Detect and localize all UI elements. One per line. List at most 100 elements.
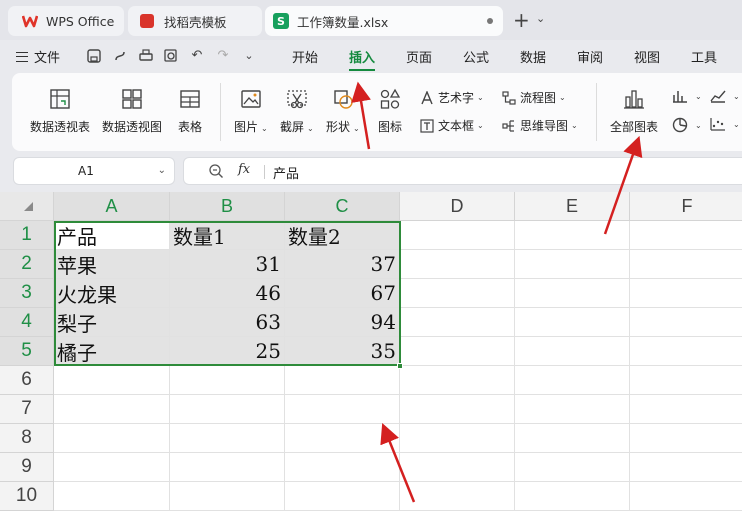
cell-c7[interactable] bbox=[285, 395, 400, 424]
line-chart-button[interactable]: ⌄ bbox=[710, 89, 740, 103]
cell-e8[interactable] bbox=[515, 424, 630, 453]
cell-d5[interactable] bbox=[400, 337, 515, 366]
chevron-down-icon[interactable]: ⌄ bbox=[536, 12, 545, 25]
cell-f10[interactable] bbox=[630, 482, 742, 511]
cell-e10[interactable] bbox=[515, 482, 630, 511]
flowchart-button[interactable]: 流程图 ⌄ bbox=[502, 89, 566, 106]
tab-insert[interactable]: 插入 bbox=[349, 47, 375, 66]
cell-c8[interactable] bbox=[285, 424, 400, 453]
cell-b10[interactable] bbox=[170, 482, 285, 511]
cell-a1[interactable]: 产品 bbox=[54, 221, 170, 250]
tab-tools[interactable]: 工具 bbox=[691, 47, 717, 66]
column-header-e[interactable]: E bbox=[515, 192, 630, 221]
cell-a8[interactable] bbox=[54, 424, 170, 453]
cell-b1[interactable]: 数量1 bbox=[170, 221, 285, 250]
table-button[interactable]: 表格 bbox=[178, 87, 202, 135]
pivot-chart-button[interactable]: 数据透视图 bbox=[102, 87, 162, 135]
cell-f8[interactable] bbox=[630, 424, 742, 453]
cell-c3[interactable]: 67 bbox=[285, 279, 400, 308]
row-header-4[interactable]: 4 bbox=[0, 308, 54, 337]
tab-wps-office[interactable]: WPS Office bbox=[8, 6, 124, 36]
cell-f5[interactable] bbox=[630, 337, 742, 366]
cell-f6[interactable] bbox=[630, 366, 742, 395]
row-header-8[interactable]: 8 bbox=[0, 424, 54, 453]
print-icon[interactable] bbox=[138, 48, 154, 64]
cell-b9[interactable] bbox=[170, 453, 285, 482]
tab-formula[interactable]: 公式 bbox=[463, 47, 489, 66]
cell-b8[interactable] bbox=[170, 424, 285, 453]
icon-button[interactable]: 图标 bbox=[378, 87, 402, 135]
row-header-2[interactable]: 2 bbox=[0, 250, 54, 279]
tab-home[interactable]: 开始 bbox=[292, 47, 318, 66]
cell-d1[interactable] bbox=[400, 221, 515, 250]
cell-d7[interactable] bbox=[400, 395, 515, 424]
formula-bar[interactable]: fx 产品 bbox=[183, 157, 742, 185]
cell-d3[interactable] bbox=[400, 279, 515, 308]
cell-a9[interactable] bbox=[54, 453, 170, 482]
tab-page[interactable]: 页面 bbox=[406, 47, 432, 66]
select-all-corner[interactable] bbox=[0, 192, 54, 221]
unsaved-dot-icon[interactable] bbox=[487, 18, 493, 24]
column-header-d[interactable]: D bbox=[400, 192, 515, 221]
cell-c9[interactable] bbox=[285, 453, 400, 482]
cell-e7[interactable] bbox=[515, 395, 630, 424]
screenshot-button[interactable]: 截屏 ⌄ bbox=[280, 87, 314, 135]
chevron-down-icon[interactable]: ⌄ bbox=[158, 165, 166, 176]
tab-view[interactable]: 视图 bbox=[634, 47, 660, 66]
cell-b2[interactable]: 31 bbox=[170, 250, 285, 279]
textbox-button[interactable]: 文本框 ⌄ bbox=[420, 117, 484, 134]
cell-f4[interactable] bbox=[630, 308, 742, 337]
column-header-b[interactable]: B bbox=[170, 192, 285, 221]
new-tab-button[interactable]: + bbox=[513, 9, 530, 31]
cell-c10[interactable] bbox=[285, 482, 400, 511]
scatter-chart-button[interactable]: ⌄ bbox=[710, 117, 740, 131]
column-chart-button[interactable]: ⌄ bbox=[672, 89, 702, 103]
cell-a6[interactable] bbox=[54, 366, 170, 395]
row-header-9[interactable]: 9 bbox=[0, 453, 54, 482]
customize-chevron-icon[interactable]: ⌄ bbox=[241, 48, 257, 64]
fill-handle[interactable] bbox=[397, 363, 403, 369]
cell-d2[interactable] bbox=[400, 250, 515, 279]
cell-d8[interactable] bbox=[400, 424, 515, 453]
zoom-icon[interactable] bbox=[208, 163, 224, 179]
file-menu[interactable]: 文件 bbox=[16, 47, 60, 66]
row-header-1[interactable]: 1 bbox=[0, 221, 54, 250]
name-box[interactable]: A1 ⌄ bbox=[13, 157, 175, 185]
wordart-button[interactable]: 艺术字 ⌄ bbox=[420, 89, 484, 106]
cell-c1[interactable]: 数量2 bbox=[285, 221, 400, 250]
cell-f2[interactable] bbox=[630, 250, 742, 279]
export-pdf-icon[interactable] bbox=[112, 48, 128, 64]
shape-button[interactable]: 形状 ⌄ bbox=[326, 87, 360, 135]
cell-a10[interactable] bbox=[54, 482, 170, 511]
cell-f1[interactable] bbox=[630, 221, 742, 250]
cell-f3[interactable] bbox=[630, 279, 742, 308]
worksheet-grid[interactable]: A B C D E F 1 2 3 4 5 6 7 8 9 10 产品 数量1 … bbox=[0, 192, 742, 516]
cell-a7[interactable] bbox=[54, 395, 170, 424]
cell-b6[interactable] bbox=[170, 366, 285, 395]
cell-a4[interactable]: 梨子 bbox=[54, 308, 170, 337]
cell-d6[interactable] bbox=[400, 366, 515, 395]
cell-e1[interactable] bbox=[515, 221, 630, 250]
cell-a2[interactable]: 苹果 bbox=[54, 250, 170, 279]
cell-e9[interactable] bbox=[515, 453, 630, 482]
column-header-a[interactable]: A bbox=[54, 192, 170, 221]
all-charts-button[interactable]: 全部图表 bbox=[610, 87, 658, 135]
redo-icon[interactable]: ↷ bbox=[215, 48, 231, 64]
cell-d9[interactable] bbox=[400, 453, 515, 482]
cell-e3[interactable] bbox=[515, 279, 630, 308]
tab-data[interactable]: 数据 bbox=[520, 47, 546, 66]
tab-workbook[interactable]: S 工作簿数量.xlsx bbox=[265, 6, 503, 36]
tab-template[interactable]: 找稻壳模板 bbox=[128, 6, 262, 36]
cell-c2[interactable]: 37 bbox=[285, 250, 400, 279]
tab-review[interactable]: 审阅 bbox=[577, 47, 603, 66]
cell-d4[interactable] bbox=[400, 308, 515, 337]
cell-e6[interactable] bbox=[515, 366, 630, 395]
column-header-f[interactable]: F bbox=[630, 192, 742, 221]
picture-button[interactable]: 图片 ⌄ bbox=[234, 87, 268, 135]
mindmap-button[interactable]: 思维导图 ⌄ bbox=[502, 117, 578, 134]
formula-content[interactable]: 产品 bbox=[273, 163, 299, 182]
cell-a3[interactable]: 火龙果 bbox=[54, 279, 170, 308]
cell-e5[interactable] bbox=[515, 337, 630, 366]
cell-c4[interactable]: 94 bbox=[285, 308, 400, 337]
row-header-7[interactable]: 7 bbox=[0, 395, 54, 424]
